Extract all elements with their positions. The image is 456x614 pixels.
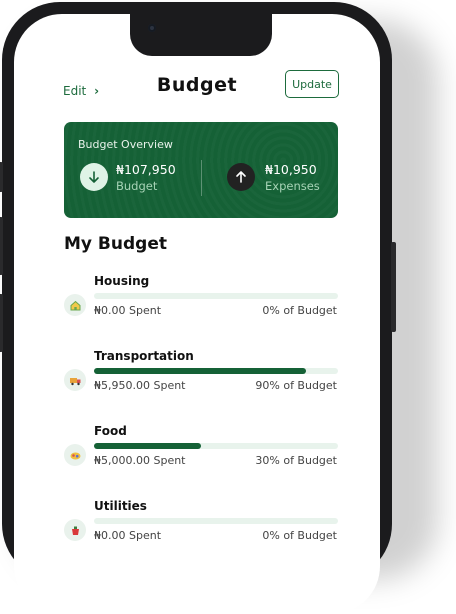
progress-track: [94, 368, 338, 374]
overview-title: Budget Overview: [78, 138, 173, 151]
house-icon: [64, 294, 86, 316]
progress-track: [94, 443, 338, 449]
notch: [130, 14, 272, 56]
truck-icon: [64, 369, 86, 391]
budget-percent: 30% of Budget: [255, 454, 337, 467]
budget-percent: 0% of Budget: [262, 304, 337, 317]
spent-amount: ₦0.00 Spent: [94, 529, 162, 542]
side-button-mute: [0, 162, 3, 192]
progress-fill: [94, 368, 307, 374]
phone-frame: Edit › Budget Update Budget Overview ₦10…: [0, 2, 396, 614]
side-button-volume-down: [0, 294, 3, 352]
side-button-volume-up: [0, 217, 3, 275]
expenses-label: Expenses: [265, 179, 320, 193]
budget-item-transportation[interactable]: Transportation ₦5,950.00 Spent 90% of Bu…: [14, 349, 380, 409]
overview-divider: [201, 160, 202, 196]
spent-amount: ₦5,000.00 Spent: [94, 454, 186, 467]
arrow-down-icon: [80, 163, 108, 191]
progress-fill: [94, 443, 202, 449]
category-name: Transportation: [94, 349, 194, 363]
header: Edit › Budget Update: [14, 70, 380, 110]
progress-track: [94, 293, 338, 299]
section-title: My Budget: [64, 234, 167, 254]
spent-amount: ₦5,950.00 Spent: [94, 379, 186, 392]
camera-icon: [148, 24, 156, 32]
update-button[interactable]: Update: [285, 70, 339, 98]
utilities-icon: [64, 519, 86, 541]
budget-label: Budget: [116, 179, 158, 193]
budget-item-food[interactable]: Food ₦5,000.00 Spent 30% of Budget: [14, 424, 380, 484]
budget-amount: ₦107,950: [116, 162, 176, 177]
category-name: Utilities: [94, 499, 147, 513]
arrow-up-icon: [227, 163, 255, 191]
budget-item-housing[interactable]: Housing ₦0.00 Spent 0% of Budget: [14, 274, 380, 334]
expenses-amount: ₦10,950: [265, 162, 317, 177]
budget-percent: 0% of Budget: [262, 529, 337, 542]
app-screen: Edit › Budget Update Budget Overview ₦10…: [14, 14, 380, 614]
side-button-power: [391, 242, 396, 332]
category-name: Housing: [94, 274, 150, 288]
spent-amount: ₦0.00 Spent: [94, 304, 162, 317]
food-icon: [64, 444, 86, 466]
progress-track: [94, 518, 338, 524]
category-name: Food: [94, 424, 127, 438]
budget-overview-card: Budget Overview ₦107,950 Budget ₦10,950 …: [64, 122, 338, 218]
budget-item-utilities[interactable]: Utilities ₦0.00 Spent 0% of Budget: [14, 499, 380, 559]
budget-percent: 90% of Budget: [255, 379, 337, 392]
